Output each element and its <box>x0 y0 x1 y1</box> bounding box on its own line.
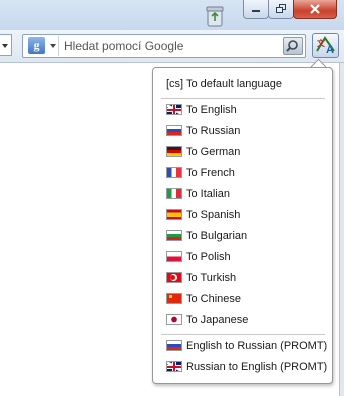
menu-item-to-italian[interactable]: To Italian <box>156 184 329 203</box>
close-icon <box>310 4 320 14</box>
menu-item-label: Russian to English (PROMT) <box>186 360 328 373</box>
search-box: g <box>22 34 306 58</box>
minimize-button[interactable] <box>243 0 269 19</box>
menu-item-label: To German <box>186 145 241 158</box>
menu-item-label: To Spanish <box>186 208 241 221</box>
pl-flag-icon <box>166 251 182 262</box>
fr-flag-icon <box>166 167 182 178</box>
restore-button[interactable] <box>268 0 294 19</box>
menu-item-label: To Japanese <box>186 313 249 326</box>
menu-item-default-language[interactable]: [cs] To default language <box>156 74 329 93</box>
tr-flag-icon <box>166 272 182 283</box>
ru-flag-icon <box>166 125 182 136</box>
menu-item-to-japanese[interactable]: To Japanese <box>156 310 329 329</box>
menu-item-to-german[interactable]: To German <box>156 142 329 161</box>
menu-item-to-bulgarian[interactable]: To Bulgarian <box>156 226 329 245</box>
restore-icon <box>275 4 286 13</box>
menu-item-english-to-russian-promt[interactable]: English to Russian (PROMT) <box>156 336 329 355</box>
menu-item-to-russian[interactable]: To Russian <box>156 121 329 140</box>
jp-flag-icon <box>166 314 182 325</box>
menu-item-to-french[interactable]: To French <box>156 163 329 182</box>
google-g-icon: g <box>28 37 45 54</box>
menu-item-label: To Turkish <box>186 271 237 284</box>
menu-separator <box>161 98 325 99</box>
search-engine-selector[interactable]: g <box>25 36 59 56</box>
menu-item-label: To English <box>186 103 237 116</box>
menu-item-label: To Polish <box>186 250 231 263</box>
translate-button[interactable]: A 文 <box>312 33 339 58</box>
magnifier-icon <box>286 40 298 52</box>
address-dropdown-button[interactable] <box>0 34 12 56</box>
it-flag-icon <box>166 188 182 199</box>
menu-item-to-english[interactable]: To English <box>156 100 329 119</box>
bg-flag-icon <box>166 230 182 241</box>
gb-flag-icon <box>166 104 182 115</box>
svg-text:A: A <box>326 44 334 56</box>
menu-item-label: To French <box>186 166 235 179</box>
cn-flag-icon <box>166 293 182 304</box>
menu-item-label: English to Russian (PROMT) <box>186 339 328 352</box>
menu-item-label: [cs] To default language <box>166 77 282 90</box>
menu-item-to-turkish[interactable]: To Turkish <box>156 268 329 287</box>
menu-item-label: To Chinese <box>186 292 242 305</box>
svg-text:文: 文 <box>317 38 326 48</box>
search-input[interactable] <box>61 36 267 56</box>
menu-item-label: To Italian <box>186 187 231 200</box>
gb-flag-icon <box>166 361 182 372</box>
window-title-bar <box>0 0 344 30</box>
menu-item-label: To Russian <box>186 124 241 137</box>
search-go-button[interactable] <box>283 37 303 55</box>
translate-icon: A 文 <box>316 36 335 56</box>
de-flag-icon <box>166 146 182 157</box>
menu-separator <box>161 334 325 335</box>
menu-item-to-spanish[interactable]: To Spanish <box>156 205 329 224</box>
translate-menu: [cs] To default language To English To Ru… <box>152 67 333 384</box>
chevron-down-icon <box>50 44 56 48</box>
ru-flag-icon <box>166 340 182 351</box>
close-button[interactable] <box>293 0 337 19</box>
minimize-icon <box>252 10 260 12</box>
browser-toolbar: g A 文 <box>0 30 344 63</box>
menu-item-russian-to-english-promt[interactable]: Russian to English (PROMT) <box>156 357 329 376</box>
menu-item-label: To Bulgarian <box>186 229 248 242</box>
es-flag-icon <box>166 209 182 220</box>
menu-item-to-polish[interactable]: To Polish <box>156 247 329 266</box>
menu-item-to-chinese[interactable]: To Chinese <box>156 289 329 308</box>
window-right-border <box>339 63 344 396</box>
recycle-bin-icon[interactable] <box>205 5 225 27</box>
